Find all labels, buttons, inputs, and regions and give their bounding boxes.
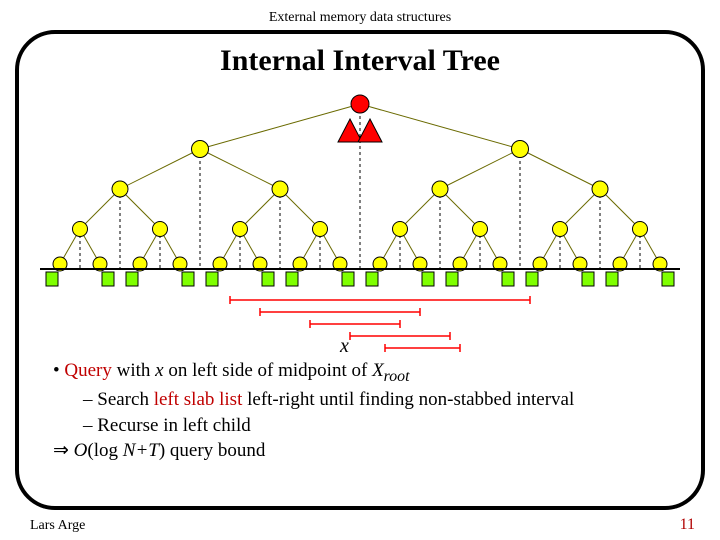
x-label: x [339,335,349,357]
slide-header: External memory data structures [0,0,720,26]
footer-author: Lars Arge [30,518,85,534]
bullet-3: – Recurse in left child [83,413,683,439]
bullet-2: – Search left slab list left-right until… [83,387,683,413]
bullet-list: • Query with x on left side of midpoint … [37,358,683,464]
bullet-1: • Query with x on left side of midpoint … [53,358,683,387]
tree-diagram [40,84,680,294]
bullet-4: ⇒ O(log N+T) query bound [53,438,683,464]
slide-frame: Internal Interval Tree [15,30,705,510]
intervals-diagram: x [40,294,680,354]
footer-page-number: 11 [680,516,695,534]
slide-title: Internal Interval Tree [37,44,683,78]
